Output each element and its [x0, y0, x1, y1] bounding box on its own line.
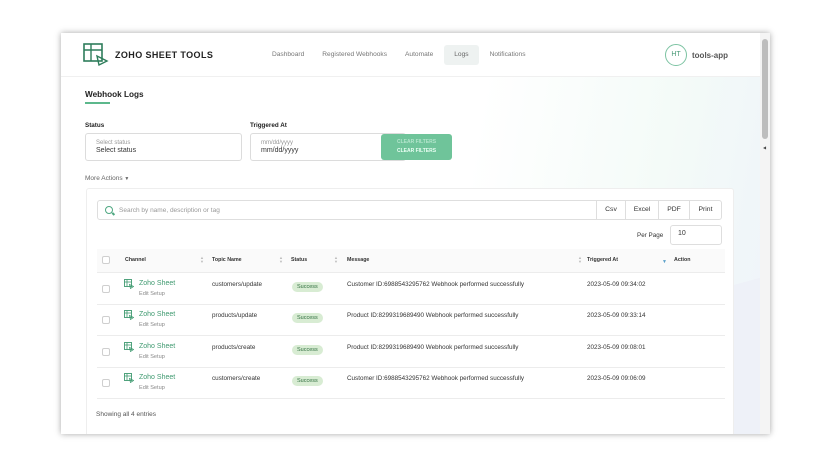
status-badge: Success — [292, 282, 323, 292]
topic-name: products/create — [212, 344, 256, 351]
top-header: ZOHO SHEET TOOLS Dashboard Registered We… — [61, 33, 770, 77]
date-input-placeholder: mm/dd/yyyy — [261, 140, 294, 146]
search-icon — [105, 206, 113, 214]
log-message: Product ID:8299319689490 Webhook perform… — [347, 312, 519, 319]
column-message[interactable]: Message — [347, 257, 369, 263]
row-checkbox[interactable] — [102, 316, 110, 324]
channel-link[interactable]: Zoho Sheet — [139, 311, 175, 318]
topic-name: products/update — [212, 312, 258, 319]
sheet-channel-icon — [124, 373, 134, 383]
table-row[interactable]: Zoho Sheet Edit Setup customers/create S… — [97, 368, 725, 399]
more-actions-label: More Actions — [85, 175, 123, 182]
scrollbar-thumb[interactable] — [762, 39, 768, 139]
sheet-channel-icon — [124, 342, 134, 352]
status-select[interactable]: Select status Select status — [85, 133, 242, 161]
caret-down-icon: ▼ — [124, 176, 130, 182]
nav-automate[interactable]: Automate — [398, 45, 440, 65]
page-scrollbar[interactable]: ◀ — [760, 33, 770, 434]
triggered-at: 2023-05-09 09:08:01 — [587, 344, 646, 351]
sort-icon[interactable]: ▲ ▼ — [578, 256, 582, 264]
triggered-at: 2023-05-09 09:06:09 — [587, 375, 646, 382]
status-select-placeholder: Select status — [96, 140, 131, 146]
table-row[interactable]: Zoho Sheet Edit Setup customers/update S… — [97, 274, 725, 305]
sheet-channel-icon — [124, 310, 134, 320]
status-badge: Success — [292, 376, 323, 386]
export-csv-button[interactable]: Csv — [596, 200, 626, 220]
edit-setup-link[interactable]: Edit Setup — [139, 291, 165, 297]
triggered-at: 2023-05-09 09:33:14 — [587, 312, 646, 319]
column-action: Action — [674, 257, 691, 263]
column-topic-name[interactable]: Topic Name — [212, 257, 242, 263]
column-triggered-at[interactable]: Triggered At — [587, 257, 618, 263]
avatar[interactable]: HT — [665, 44, 687, 66]
nav-notifications[interactable]: Notifications — [483, 45, 533, 65]
status-badge: Success — [292, 313, 323, 323]
nav-dashboard[interactable]: Dashboard — [265, 45, 311, 65]
search-input[interactable]: Search by name, description or tag — [97, 200, 597, 220]
channel-link[interactable]: Zoho Sheet — [139, 280, 175, 287]
status-select-value: Select status — [96, 147, 137, 154]
table-header: Channel ▲ ▼ Topic Name ▲ ▼ Status ▲ ▼ Messa… — [97, 249, 725, 273]
app-window: ZOHO SHEET TOOLS Dashboard Registered We… — [61, 33, 770, 434]
page-title: Webhook Logs — [85, 90, 144, 99]
nav-logs[interactable]: Logs — [444, 45, 479, 65]
sort-icon[interactable]: ▲ ▼ — [200, 256, 204, 264]
main-nav: Dashboard Registered Webhooks Automate L… — [265, 45, 537, 65]
export-pdf-button[interactable]: PDF — [658, 200, 690, 220]
brand-name: ZOHO SHEET TOOLS — [115, 50, 214, 60]
title-underline — [85, 102, 110, 104]
more-actions-dropdown[interactable]: More Actions ▼ — [85, 175, 129, 182]
table-row[interactable]: Zoho Sheet Edit Setup products/create Su… — [97, 337, 725, 368]
sort-desc-icon[interactable]: ▼ — [662, 259, 667, 265]
edit-setup-link[interactable]: Edit Setup — [139, 322, 165, 328]
entries-summary: Showing all 4 entries — [96, 411, 156, 418]
status-badge: Success — [292, 345, 323, 355]
log-message: Customer ID:6988543295762 Webhook perfor… — [347, 281, 524, 288]
column-status[interactable]: Status — [291, 257, 307, 263]
account-name[interactable]: tools-app — [692, 51, 728, 60]
table-row[interactable]: Zoho Sheet Edit Setup products/update Su… — [97, 305, 725, 336]
sheet-channel-icon — [124, 279, 134, 289]
nav-registered-webhooks[interactable]: Registered Webhooks — [315, 45, 394, 65]
topic-name: customers/create — [212, 375, 261, 382]
channel-link[interactable]: Zoho Sheet — [139, 374, 175, 381]
per-page-label: Per Page — [637, 232, 664, 239]
log-message: Product ID:8299319689490 Webhook perform… — [347, 344, 519, 351]
sort-icon[interactable]: ▲ ▼ — [334, 256, 338, 264]
edit-setup-link[interactable]: Edit Setup — [139, 354, 165, 360]
clear-filters-label: CLEAR FILTERS — [396, 148, 437, 154]
scroll-arrow-icon[interactable]: ◀ — [763, 145, 766, 150]
search-placeholder: Search by name, description or tag — [119, 207, 220, 214]
clear-filters-button[interactable]: CLEAR FILTERS CLEAR FILTERS — [381, 134, 452, 160]
column-channel[interactable]: Channel — [125, 257, 146, 263]
print-button[interactable]: Print — [689, 200, 722, 220]
triggered-filter-label: Triggered At — [250, 122, 287, 129]
edit-setup-link[interactable]: Edit Setup — [139, 385, 165, 391]
triggered-at: 2023-05-09 09:34:02 — [587, 281, 646, 288]
select-all-checkbox[interactable] — [102, 256, 110, 264]
row-checkbox[interactable] — [102, 285, 110, 293]
topic-name: customers/update — [212, 281, 263, 288]
logs-card: Search by name, description or tag Csv E… — [86, 188, 734, 434]
row-checkbox[interactable] — [102, 348, 110, 356]
status-filter-label: Status — [85, 122, 105, 129]
channel-link[interactable]: Zoho Sheet — [139, 343, 175, 350]
date-input-value: mm/dd/yyyy — [261, 147, 299, 154]
sheet-logo-icon[interactable] — [83, 43, 109, 67]
per-page-input[interactable]: 10 — [670, 225, 722, 245]
export-excel-button[interactable]: Excel — [625, 200, 659, 220]
sort-icon[interactable]: ▲ ▼ — [279, 256, 283, 264]
row-checkbox[interactable] — [102, 379, 110, 387]
log-message: Customer ID:6988543295762 Webhook perfor… — [347, 375, 524, 382]
clear-filters-ghost-label: CLEAR FILTERS — [396, 139, 437, 145]
